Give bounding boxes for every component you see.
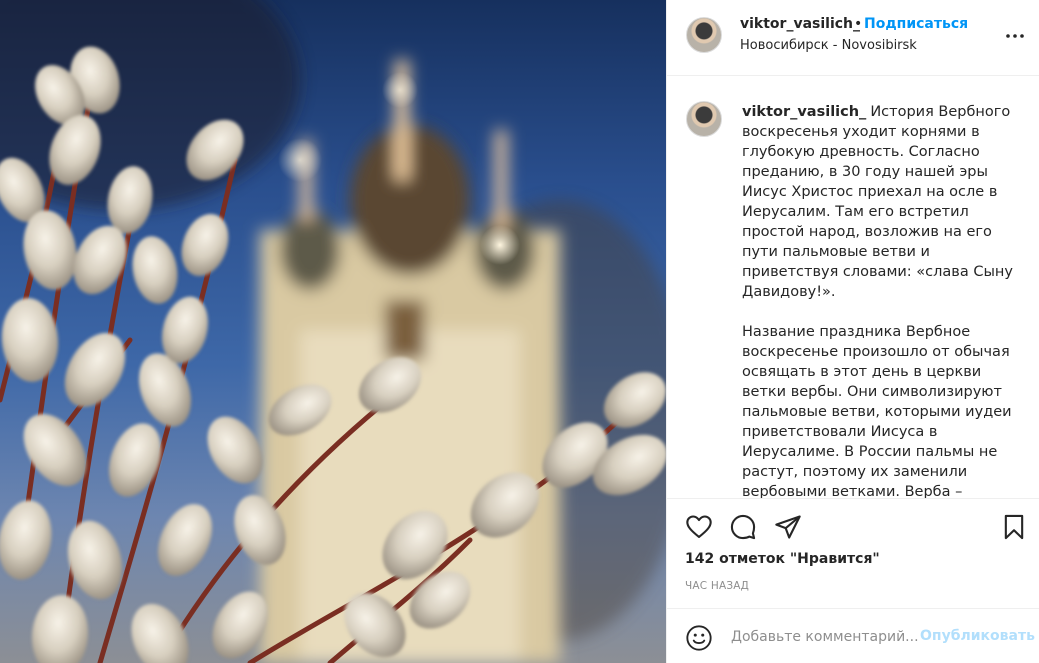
comment-bubble-icon: [730, 514, 756, 540]
comment-button[interactable]: [729, 513, 757, 541]
comments-section[interactable]: viktor_vasilich_ История Вербного воскрес…: [667, 76, 1039, 498]
likes-count[interactable]: 142 отметок "Нравится": [685, 551, 880, 567]
post-photo[interactable]: [0, 0, 666, 663]
header-separator: •: [854, 16, 863, 32]
save-button[interactable]: [1000, 513, 1028, 541]
comment-input[interactable]: [731, 625, 919, 649]
share-button[interactable]: [774, 513, 802, 541]
photo-willow-church-illustration: [0, 0, 666, 663]
post-timestamp[interactable]: ЧАС НАЗАД: [685, 580, 749, 592]
caption-author-avatar[interactable]: [686, 101, 722, 137]
more-dots-icon: [1006, 34, 1024, 38]
caption-username[interactable]: viktor_vasilich_: [742, 104, 866, 120]
post-location[interactable]: Новосибирск - Novosibirsk: [740, 38, 917, 53]
heart-icon: [686, 515, 712, 538]
author-username[interactable]: viktor_vasilich_: [740, 16, 860, 32]
author-avatar[interactable]: [686, 17, 722, 53]
emoji-smile-icon: [686, 625, 712, 651]
caption-text: История Вербного воскресенья уходит корн…: [742, 104, 1013, 498]
bookmark-icon: [1004, 514, 1024, 540]
add-comment-bar: Опубликовать: [667, 608, 1039, 663]
post-actions-bar: [667, 498, 1039, 558]
like-button[interactable]: [685, 513, 713, 541]
post-side-panel: viktor_vasilich_ • Подписаться Новосибир…: [666, 0, 1039, 663]
paper-plane-icon: [775, 515, 801, 539]
publish-button[interactable]: Опубликовать: [920, 628, 1035, 644]
post-header: viktor_vasilich_ • Подписаться Новосибир…: [667, 0, 1039, 76]
follow-button[interactable]: Подписаться: [864, 16, 968, 32]
more-options-button[interactable]: [1003, 24, 1027, 48]
instagram-post-view: viktor_vasilich_ • Подписаться Новосибир…: [0, 0, 1039, 663]
post-caption: viktor_vasilich_ История Вербного воскрес…: [742, 102, 1018, 498]
emoji-button[interactable]: [685, 624, 713, 652]
